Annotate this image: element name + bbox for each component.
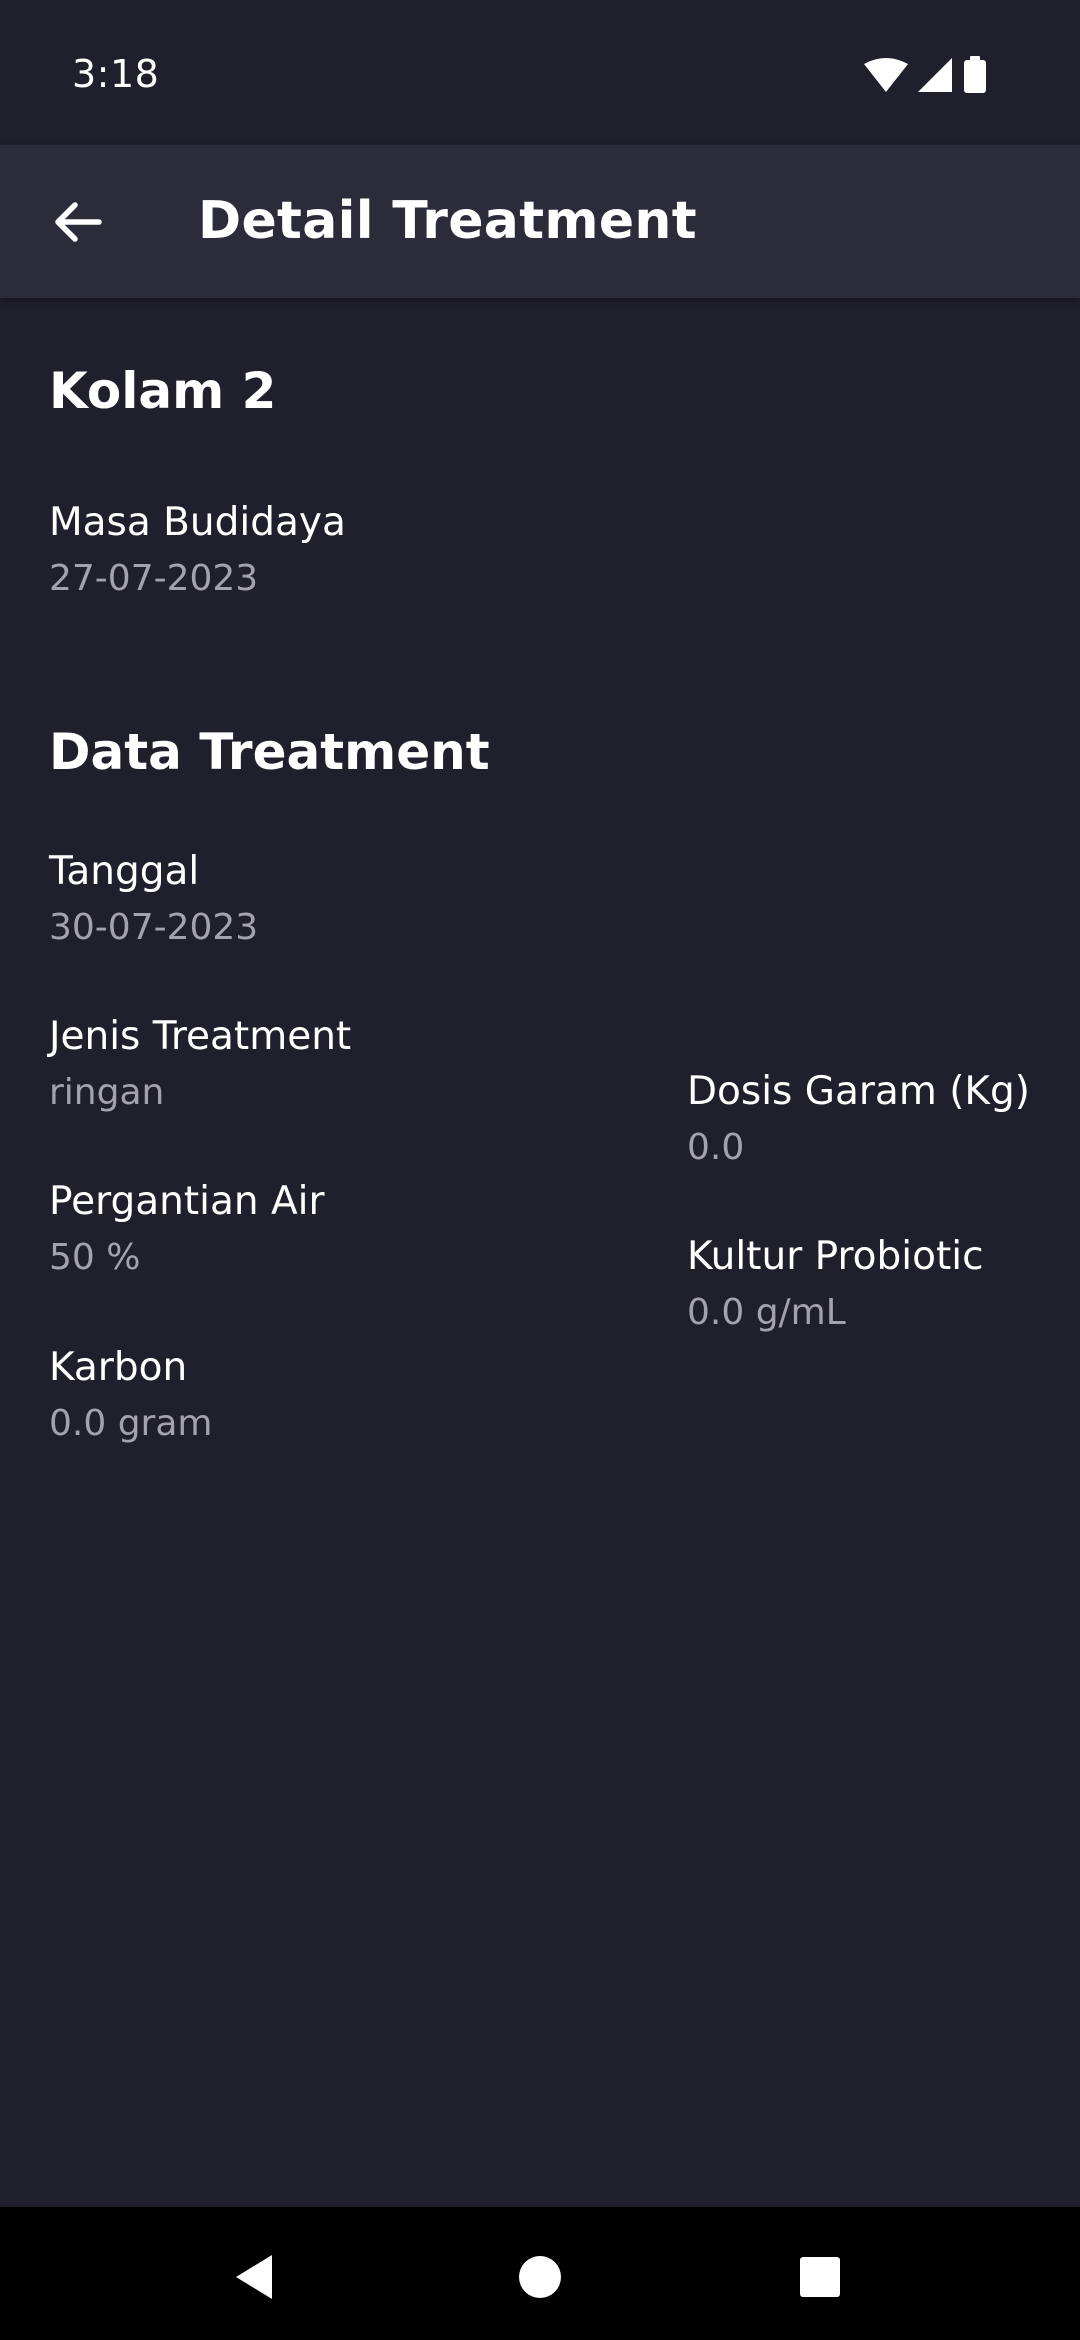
- dosis-garam-label: Dosis Garam (Kg): [687, 1069, 1030, 1114]
- tanggal-value: 30-07-2023: [49, 907, 259, 948]
- wifi-icon: [864, 58, 908, 92]
- tanggal-label: Tanggal: [49, 849, 200, 894]
- app-bar: Detail Treatment: [0, 145, 1080, 298]
- jenis-treatment-value: ringan: [49, 1072, 165, 1113]
- back-triangle-icon: [236, 2255, 272, 2299]
- status-bar: 3:18: [0, 0, 1080, 145]
- battery-icon: [964, 56, 986, 93]
- masa-budidaya-label: Masa Budidaya: [49, 500, 346, 545]
- data-treatment-heading: Data Treatment: [49, 723, 490, 781]
- back-button[interactable]: [36, 181, 118, 263]
- dosis-garam-value: 0.0: [687, 1127, 745, 1168]
- page-title: Detail Treatment: [198, 191, 697, 251]
- status-icons: [860, 56, 1080, 96]
- home-circle-icon: [519, 2256, 561, 2298]
- karbon-label: Karbon: [49, 1345, 188, 1390]
- karbon-value: 0.0 gram: [49, 1403, 213, 1444]
- pond-name: Kolam 2: [49, 362, 277, 420]
- signal-icon: [918, 58, 952, 92]
- recents-square-icon: [800, 2257, 840, 2297]
- arrow-left-icon: [55, 202, 102, 242]
- nav-home-button[interactable]: [500, 2237, 580, 2317]
- kultur-probiotic-value: 0.0 g/mL: [687, 1292, 846, 1333]
- nav-recents-button[interactable]: [780, 2237, 860, 2317]
- pergantian-air-value: 50 %: [49, 1237, 141, 1278]
- screen: 3:18 Detail Treatment Kolam 2 Masa Budid…: [0, 0, 1080, 2340]
- system-nav-bar: [0, 2207, 1080, 2340]
- status-time: 3:18: [72, 52, 160, 96]
- pergantian-air-label: Pergantian Air: [49, 1179, 325, 1224]
- nav-back-button[interactable]: [216, 2237, 296, 2317]
- masa-budidaya-value: 27-07-2023: [49, 558, 259, 599]
- jenis-treatment-label: Jenis Treatment: [49, 1014, 352, 1059]
- kultur-probiotic-label: Kultur Probiotic: [687, 1234, 984, 1279]
